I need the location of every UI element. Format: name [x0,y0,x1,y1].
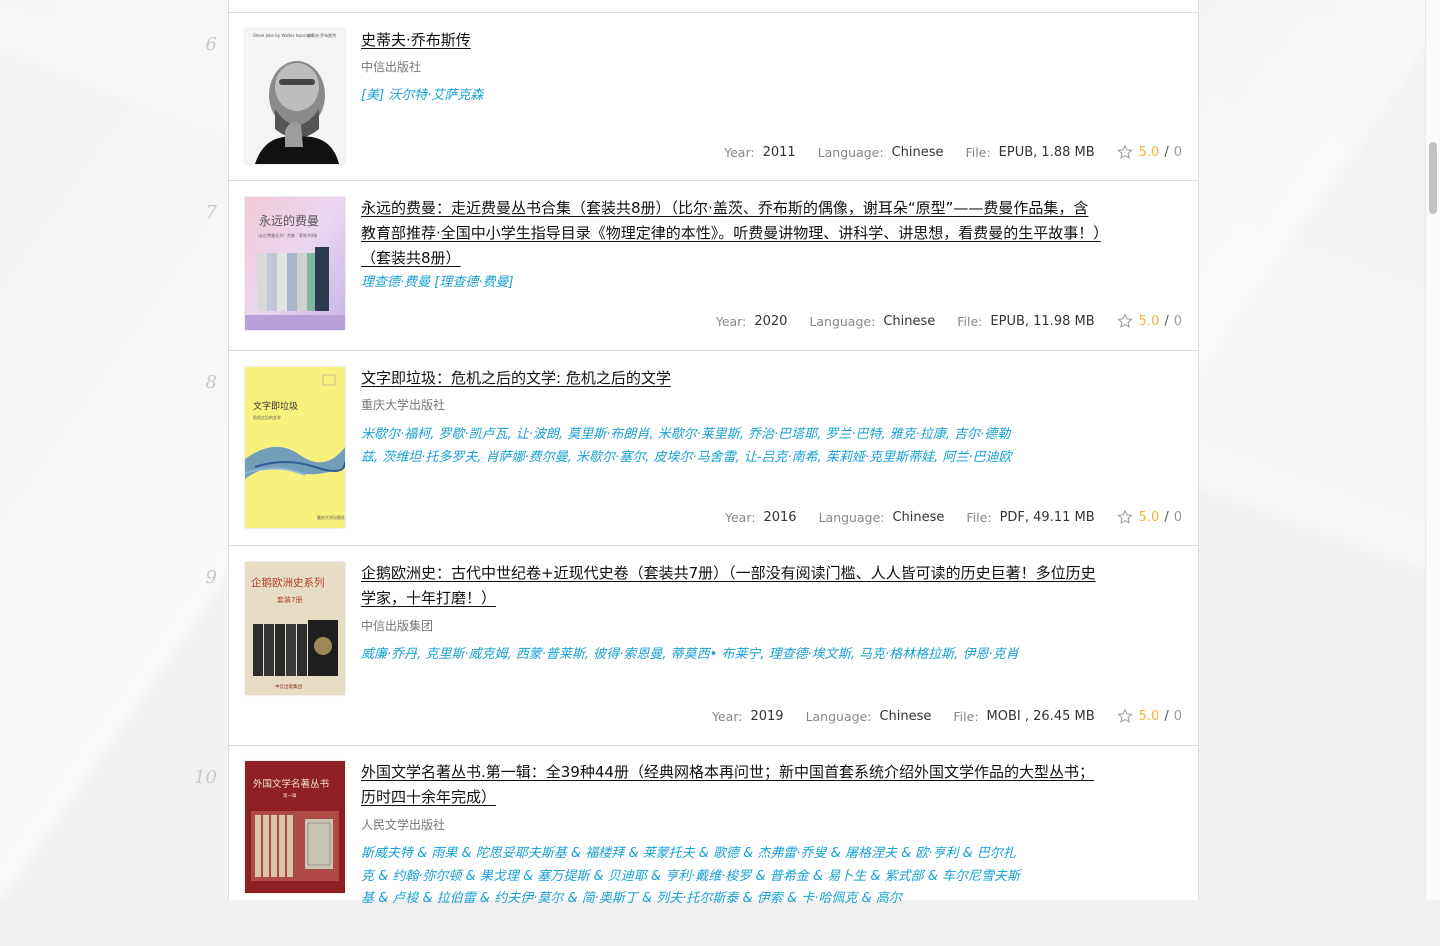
book-list: 6 Steve Jobs by Walter Isaacson 史蒂夫·乔布斯传… [194,0,1199,906]
star-icon[interactable] [1116,708,1133,724]
rating-value: 5.0 [1138,708,1160,724]
svg-text:危机之后的文学: 危机之后的文学 [253,414,281,420]
file-value: EPUB, 11.98 MB [990,313,1095,329]
authors-link[interactable]: 威廉·乔丹, 克里斯·威克姆, 西蒙·普莱斯, 彼得·索恩曼, 蒂莫西• 布莱宁… [361,644,1021,667]
star-icon[interactable] [1116,313,1133,329]
year-label: Year: [715,313,747,329]
book-title-link[interactable]: 永远的费曼：走近费曼丛书合集（套装共8册）（比尔·盖茨、乔布斯的偶像，谢耳朵“原… [361,196,1101,271]
publisher-link[interactable]: 重庆大学出版社 [361,396,445,413]
result-index: 6 [205,34,217,55]
file-value: EPUB, 1.88 MB [998,144,1095,160]
cover-image: 企鹅欧洲史系列 套装7册 中信出版集团 [245,562,345,695]
year-label: Year: [724,144,755,160]
svg-text:套装7册: 套装7册 [277,595,302,604]
cover-image: 外国文学名著丛书 第一辑 [245,761,345,893]
rating-value: 5.0 [1138,144,1160,160]
star-icon[interactable] [1116,144,1133,160]
language-value: Chinese [883,313,936,329]
year-label: Year: [712,708,743,724]
svg-text:第一辑: 第一辑 [283,792,297,799]
star-icon[interactable] [1116,509,1133,525]
book-meta: Year: 2016 Language: Chinese File: PDF, … [725,507,1182,527]
file-label: File: [953,708,979,724]
rating-count: 0 [1173,144,1182,160]
result-index: 7 [205,202,217,223]
result-index: 10 [194,767,217,788]
svg-text:重庆大学出版社: 重庆大学出版社 [317,514,345,520]
year-value: 2019 [750,708,784,724]
book-item: 9 企鹅欧洲史系列 套装7册 中信出版集团 企鹅欧洲史：古代中世纪卷+近现代史卷… [206,546,1198,746]
svg-text:企鹅欧洲史系列: 企鹅欧洲史系列 [251,576,325,589]
book-item: 7 永远的费曼 （走近费曼丛书）合集 · 套装共8册 永远的费曼：走近费曼丛书合… [206,181,1198,351]
rating-separator: / [1164,144,1169,160]
language-value: Chinese [879,708,932,724]
file-value: PDF, 49.11 MB [999,509,1095,525]
book-item: 6 Steve Jobs by Walter Isaacson 史蒂夫·乔布斯传… [206,13,1198,181]
rating-count: 0 [1173,708,1182,724]
language-label: Language: [818,509,885,525]
year-label: Year: [725,509,756,525]
rating-separator: / [1164,708,1169,724]
rating-count: 0 [1173,509,1182,525]
rating-value: 5.0 [1138,509,1160,525]
file-label: File: [965,144,991,160]
book-item: 10 外国文学名著丛书 第一辑 外国文学名著丛书.第一辑：全39种44册（经典网… [194,746,1198,946]
result-index: 8 [205,372,217,393]
book-meta: Year: 2019 Language: Chinese File: MOBI … [712,706,1182,726]
language-label: Language: [805,708,872,724]
language-value: Chinese [891,144,944,160]
svg-text:史蒂夫·乔布斯传: 史蒂夫·乔布斯传 [307,32,336,38]
svg-text:文字即垃圾: 文字即垃圾 [253,400,298,412]
publisher-link[interactable]: 中信出版社 [361,58,421,75]
rating-value: 5.0 [1138,313,1160,329]
svg-text:Steve Jobs by Walter Isaacson: Steve Jobs by Walter Isaacson [253,33,313,38]
rating-count: 0 [1173,313,1182,329]
cover-image: 文字即垃圾 危机之后的文学 重庆大学出版社 [245,367,345,528]
publisher-link[interactable]: 中信出版集团 [361,617,433,634]
publisher-link[interactable]: 人民文学出版社 [361,816,445,833]
book-cover[interactable]: 外国文学名著丛书 第一辑 [245,761,345,893]
year-value: 2016 [763,509,797,525]
scrollbar-thumb[interactable] [1429,142,1437,214]
book-cover[interactable]: 永远的费曼 （走近费曼丛书）合集 · 套装共8册 [245,197,345,330]
book-cover[interactable]: Steve Jobs by Walter Isaacson 史蒂夫·乔布斯传 [245,29,345,164]
authors-link[interactable]: [美] 沃尔特·艾萨克森 [361,85,1021,108]
book-cover[interactable]: 企鹅欧洲史系列 套装7册 中信出版集团 [245,562,345,695]
book-meta: Year: 2020 Language: Chinese File: EPUB,… [716,311,1182,331]
language-label: Language: [809,313,876,329]
svg-text:（走近费曼丛书）合集 · 套装共8册: （走近费曼丛书）合集 · 套装共8册 [255,232,317,238]
cover-image: Steve Jobs by Walter Isaacson 史蒂夫·乔布斯传 [245,29,345,164]
year-value: 2020 [754,313,788,329]
rating-separator: / [1164,509,1169,525]
book-title-link[interactable]: 企鹅欧洲史：古代中世纪卷+近现代史卷（套装共7册）（一部没有阅读门槛、人人皆可读… [361,561,1101,611]
scrollbar[interactable] [1425,0,1440,900]
book-title-link[interactable]: 史蒂夫·乔布斯传 [361,28,1101,53]
file-label: File: [966,509,992,525]
svg-text:中信出版集团: 中信出版集团 [275,683,302,690]
language-label: Language: [817,144,884,160]
authors-link[interactable]: 米歇尔·福柯, 罗歇·凯卢瓦, 让·波朗, 莫里斯·布朗肖, 米歇尔·莱里斯, … [361,424,1021,469]
language-value: Chinese [892,509,945,525]
book-cover[interactable]: 文字即垃圾 危机之后的文学 重庆大学出版社 [245,367,345,528]
cover-image: 永远的费曼 （走近费曼丛书）合集 · 套装共8册 [245,197,345,330]
rating-separator: / [1164,313,1169,329]
file-value: MOBI , 26.45 MB [986,708,1095,724]
book-item: 8 文字即垃圾 危机之后的文学 重庆大学出版社 文字即垃圾：危机之后的文学: 危… [206,351,1198,546]
file-label: File: [957,313,983,329]
book-title-link[interactable]: 外国文学名著丛书.第一辑：全39种44册（经典网格本再问世；新中国首套系统介绍外… [361,760,1101,810]
svg-text:永远的费曼: 永远的费曼 [259,213,319,228]
book-title-link[interactable]: 文字即垃圾：危机之后的文学: 危机之后的文学 [361,366,1101,391]
book-meta: Year: 2011 Language: Chinese File: EPUB,… [724,142,1182,162]
authors-link[interactable]: 理查德·费曼 [理查德·费曼] [361,272,1021,295]
svg-text:外国文学名著丛书: 外国文学名著丛书 [253,778,330,790]
authors-link[interactable]: 斯威夫特 & 雨果 & 陀思妥耶夫斯基 & 福楼拜 & 莱蒙托夫 & 歌德 & … [361,843,1021,911]
year-value: 2011 [762,144,796,160]
result-index: 9 [205,567,217,588]
